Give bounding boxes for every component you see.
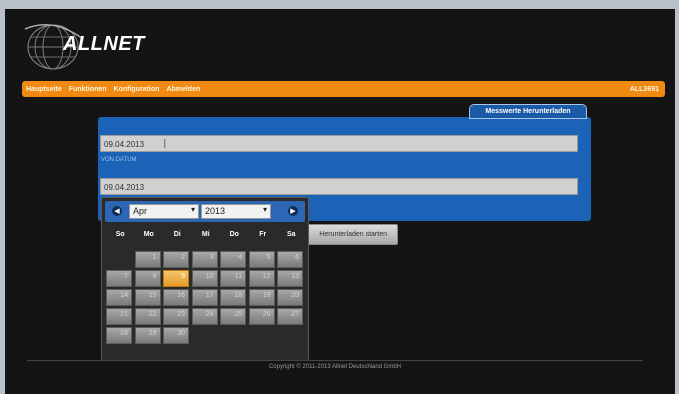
next-month-icon[interactable]: ▶ (288, 206, 298, 216)
day-cell[interactable]: 22 (134, 308, 161, 325)
prev-month-icon[interactable]: ◀ (112, 206, 122, 216)
day-cell[interactable]: 30 (163, 327, 189, 344)
year-value: 2013 (205, 206, 226, 216)
day-blank (106, 251, 132, 268)
weekday-label: Sa (286, 231, 296, 238)
day-cell[interactable]: 28 (106, 327, 132, 344)
day-cell-selected[interactable]: 9 (163, 270, 189, 287)
day-cell[interactable]: 1 (134, 251, 161, 268)
main-nav: Hauptseite Funktionen Konfiguration Abme… (22, 81, 665, 97)
day-cell[interactable]: 16 (163, 289, 189, 306)
day-cell[interactable]: 17 (191, 289, 218, 306)
month-value: Apr (133, 206, 148, 216)
weekday-header: So Mo Di Mi Do Fr Sa (106, 231, 306, 238)
weekday-label: Fr (259, 231, 267, 238)
datepicker: ◀ Apr ▾ 2013 ▾ ▶ So Mo Di Mi Do Fr Sa 12345678… (101, 197, 309, 361)
datepicker-header: ◀ Apr ▾ 2013 ▾ ▶ (105, 201, 305, 222)
weekday-label: Do (229, 231, 239, 238)
day-cell[interactable]: 11 (220, 270, 246, 287)
nav-item-abmelden[interactable]: Abmelden (166, 86, 200, 93)
day-cell[interactable]: 5 (248, 251, 275, 268)
day-cell[interactable]: 21 (106, 308, 132, 325)
day-cell[interactable]: 14 (106, 289, 132, 306)
day-cell[interactable]: 10 (191, 270, 218, 287)
nav-item-funktionen[interactable]: Funktionen (69, 86, 107, 93)
day-cell[interactable]: 23 (163, 308, 189, 325)
start-download-button[interactable]: Herunterladen starten (300, 224, 398, 245)
to-date-input[interactable]: 09.04.2013 (100, 178, 578, 195)
from-date-input[interactable]: 09.04.2013 (100, 135, 578, 152)
weekday-label: Mi (201, 231, 210, 238)
weekday-label: Mo (143, 231, 154, 238)
from-date-label: VON DATUM (101, 157, 137, 163)
day-cell[interactable]: 27 (277, 308, 303, 325)
month-select[interactable]: Apr ▾ (129, 204, 199, 219)
day-cell[interactable]: 12 (248, 270, 275, 287)
day-cell[interactable]: 18 (220, 289, 246, 306)
chevron-down-icon: ▾ (190, 205, 195, 214)
day-cell[interactable]: 6 (277, 251, 303, 268)
panel-tab-messwerte[interactable]: Messwerte Herunterladen (469, 104, 587, 119)
day-cell[interactable]: 24 (191, 308, 218, 325)
day-cell[interactable]: 4 (220, 251, 246, 268)
day-cell[interactable]: 25 (220, 308, 246, 325)
footer-copyright: Copyright © 2011-2013 Allnet Deutschland… (268, 364, 402, 370)
footer-divider (27, 360, 643, 361)
day-cell[interactable]: 7 (106, 270, 132, 287)
day-cell[interactable]: 3 (191, 251, 218, 268)
allnet-logo: ALLNET (23, 19, 173, 79)
nav-item-konfiguration[interactable]: Konfiguration (114, 86, 160, 93)
logo-text: ALLNET (63, 33, 145, 55)
device-id: ALL3691 (629, 85, 659, 93)
day-cell[interactable]: 29 (134, 327, 161, 344)
text-cursor-icon: I (163, 137, 167, 151)
day-grid: 1 2 3 4 5 6 7 8 9 10 11 12 13 14 15 16 17 18 19 20 21 22 23 24 2… (106, 251, 303, 344)
day-cell[interactable]: 2 (163, 251, 189, 268)
weekday-label: Di (173, 231, 181, 238)
day-cell[interactable]: 19 (248, 289, 275, 306)
day-cell[interactable]: 13 (277, 270, 303, 287)
chevron-down-icon: ▾ (262, 205, 267, 214)
weekday-label: So (115, 231, 125, 238)
day-cell[interactable]: 26 (248, 308, 275, 325)
day-cell[interactable]: 15 (134, 289, 161, 306)
day-cell[interactable]: 8 (134, 270, 161, 287)
year-select[interactable]: 2013 ▾ (201, 204, 271, 219)
day-cell[interactable]: 20 (277, 289, 303, 306)
nav-item-hauptseite[interactable]: Hauptseite (26, 86, 62, 93)
